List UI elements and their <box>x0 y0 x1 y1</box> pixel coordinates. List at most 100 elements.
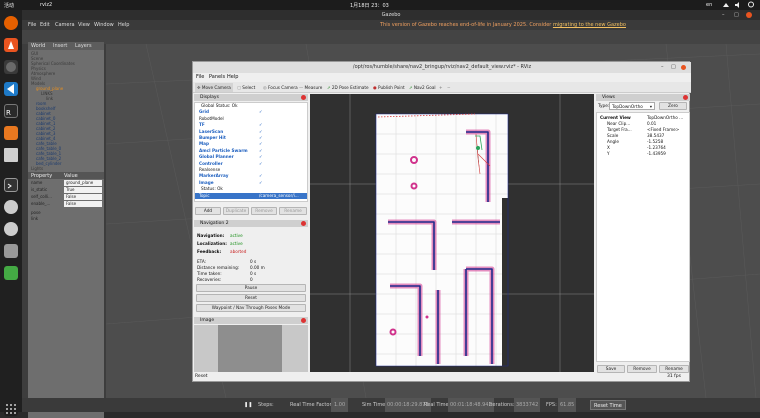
activities-button[interactable]: 活动 <box>4 2 14 9</box>
reset-time-button[interactable]: Reset Time <box>590 400 626 410</box>
tool-select[interactable]: ▢ Select <box>237 83 255 92</box>
display-item[interactable]: Status: Ok <box>195 186 307 192</box>
migrate-link[interactable]: migrating to the new Gazebo <box>553 22 626 28</box>
world-tree-item[interactable]: Lights <box>31 166 43 171</box>
menu-file[interactable]: File <box>28 20 36 30</box>
add-display-button[interactable]: Add <box>195 207 221 215</box>
property-value[interactable]: False <box>64 201 102 207</box>
display-item[interactable]: Realsense <box>195 167 307 173</box>
software-center-icon[interactable] <box>4 38 18 52</box>
views-close-icon[interactable] <box>683 95 688 100</box>
drive-icon[interactable] <box>4 244 18 258</box>
network-icon[interactable] <box>722 1 730 8</box>
disc-icon-2[interactable] <box>4 222 18 236</box>
property-group[interactable]: link <box>31 216 38 222</box>
tab-world[interactable]: World <box>31 43 45 49</box>
display-item[interactable]: Global Planner ✓ <box>195 154 307 160</box>
display-checkbox[interactable]: ✓ <box>259 161 263 167</box>
rviz-maximize-button[interactable]: □ <box>671 62 676 73</box>
display-item[interactable]: Topic/camera_sensor/i... <box>195 192 307 199</box>
tool-measure[interactable]: — Measure <box>299 83 322 92</box>
display-item[interactable]: Image ✓ <box>195 180 307 186</box>
display-item[interactable]: Bumper Hit ✓ <box>195 135 307 141</box>
disc-icon[interactable] <box>4 200 18 214</box>
tool-publish-point[interactable]: ● Publish Point <box>373 83 405 92</box>
display-checkbox[interactable]: ✓ <box>259 122 263 128</box>
menu-help[interactable]: Help <box>118 20 129 30</box>
nav2-close-icon[interactable] <box>301 221 306 226</box>
rename-view-button[interactable]: Rename <box>659 365 689 373</box>
pause-icon[interactable]: ❚❚ <box>244 398 252 412</box>
display-item[interactable]: Grid ✓ <box>195 109 307 115</box>
world-tree-item[interactable]: link <box>46 96 53 101</box>
remove-view-button[interactable]: Remove <box>627 365 657 373</box>
waypoint-mode-button[interactable]: Waypoint / Nav Through Poses Mode <box>196 304 306 312</box>
tool-nav2-goal[interactable]: ➚ Nav2 Goal <box>409 83 436 92</box>
active-app-label[interactable]: rviz2 <box>40 2 52 8</box>
minimize-button[interactable]: – <box>722 10 725 20</box>
reset-nav-button[interactable]: Reset <box>196 294 306 302</box>
image-close-icon[interactable] <box>301 318 306 323</box>
gazebo-icon[interactable] <box>4 126 18 140</box>
pause-button[interactable]: Pause <box>196 284 306 292</box>
reset-button[interactable]: Reset <box>195 374 208 379</box>
display-checkbox[interactable]: ✓ <box>259 148 263 154</box>
display-checkbox[interactable]: ✓ <box>259 109 263 115</box>
tool-focus-camera[interactable]: ◎ Focus Camera <box>263 83 298 92</box>
files-icon[interactable] <box>4 148 18 162</box>
menu-window[interactable]: Window <box>94 20 114 30</box>
display-checkbox[interactable]: ✓ <box>259 173 263 179</box>
display-item[interactable]: Global Status: Ok <box>195 103 307 109</box>
maximize-button[interactable]: □ <box>734 10 739 20</box>
display-item[interactable]: TF ✓ <box>195 122 307 128</box>
show-apps-icon[interactable] <box>4 402 18 416</box>
rviz-menu-panels[interactable]: Panels <box>209 73 225 82</box>
save-view-button[interactable]: Save <box>597 365 625 373</box>
topic-value[interactable]: /camera_sensor/i... <box>259 193 299 199</box>
view-property-value[interactable]: -1.43959 <box>647 151 666 157</box>
trash-icon[interactable] <box>4 266 18 280</box>
rviz-menu-help[interactable]: Help <box>227 73 238 82</box>
power-icon[interactable] <box>746 1 756 8</box>
property-value[interactable]: True <box>64 187 102 193</box>
vscode-icon[interactable] <box>4 82 18 96</box>
help-icon[interactable] <box>4 60 18 74</box>
display-item[interactable]: Map ✓ <box>195 141 307 147</box>
display-checkbox[interactable]: ✓ <box>259 180 263 186</box>
display-item[interactable]: Amcl Particle Swarm ✓ <box>195 148 307 154</box>
view-type-select[interactable]: TopDownOrtho ▾ <box>609 102 655 110</box>
duplicate-display-button[interactable]: Duplicate <box>223 207 249 215</box>
rviz-menu-file[interactable]: File <box>196 73 204 82</box>
clock[interactable]: 1月18日 23：03 <box>350 2 389 9</box>
firefox-icon[interactable] <box>4 16 18 30</box>
close-button[interactable] <box>746 12 752 18</box>
volume-icon[interactable] <box>734 1 742 8</box>
property-value[interactable]: ground_plane <box>64 180 102 186</box>
display-item[interactable]: LaserScan ✓ <box>195 129 307 135</box>
rviz-close-button[interactable] <box>681 65 686 70</box>
menu-view[interactable]: View <box>78 20 90 30</box>
terminal-icon[interactable] <box>4 178 18 192</box>
language-indicator[interactable]: en <box>706 2 712 8</box>
tool-remove-icon[interactable]: − <box>447 83 451 92</box>
remove-display-button[interactable]: Remove <box>251 207 277 215</box>
property-value[interactable]: False <box>64 194 102 200</box>
display-item[interactable]: RobotModel <box>195 116 307 122</box>
tab-layers[interactable]: Layers <box>75 43 92 49</box>
tab-insert[interactable]: Insert <box>53 43 67 49</box>
zero-button[interactable]: Zero <box>659 102 687 110</box>
display-checkbox[interactable]: ✓ <box>259 154 263 160</box>
display-item[interactable]: MarkerArray ✓ <box>195 173 307 179</box>
tool-2d-pose-estimate[interactable]: ➚ 2D Pose Estimate <box>327 83 369 92</box>
rviz-3d-view[interactable] <box>310 94 594 372</box>
rename-display-button[interactable]: Rename <box>279 207 307 215</box>
menu-edit[interactable]: Edit <box>40 20 50 30</box>
rviz-icon[interactable]: R <box>4 104 18 118</box>
rviz-minimize-button[interactable]: – <box>661 62 664 73</box>
displays-close-icon[interactable] <box>301 95 306 100</box>
display-checkbox[interactable]: ✓ <box>259 141 263 147</box>
menu-camera[interactable]: Camera <box>55 20 75 30</box>
display-checkbox[interactable]: ✓ <box>259 129 263 135</box>
display-item[interactable]: Controller ✓ <box>195 161 307 167</box>
tool-move-camera[interactable]: ✥ Move Camera <box>195 83 233 92</box>
